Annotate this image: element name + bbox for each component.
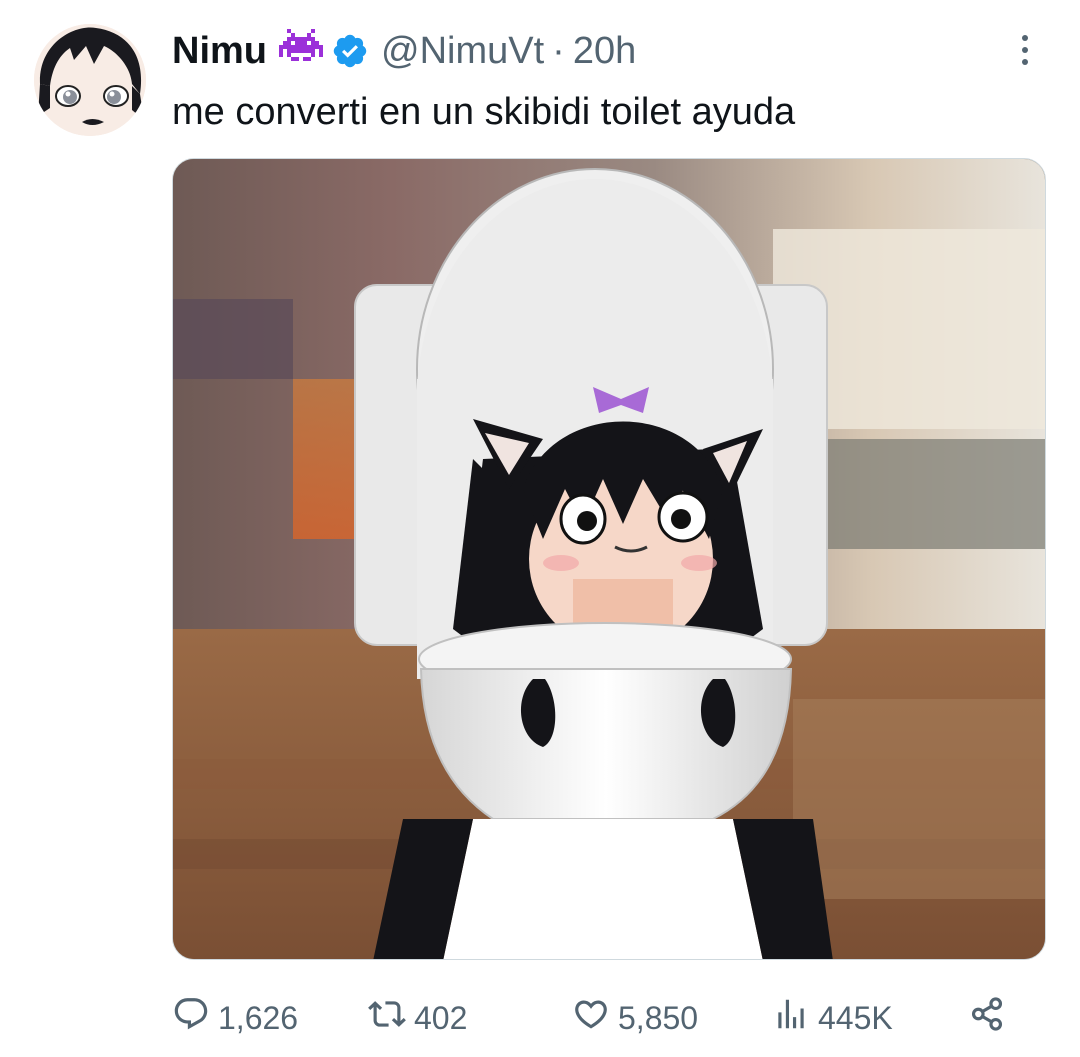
repost-button[interactable]: 402 [368, 990, 467, 1046]
repost-count: 402 [414, 999, 468, 1036]
tweet-timestamp[interactable]: 20h [573, 30, 636, 73]
tweet[interactable]: Nimu @NimuVt · 20h me converti en un ski… [0, 0, 1080, 1057]
share-icon [968, 995, 1006, 1041]
author-name[interactable]: Nimu [172, 30, 267, 73]
like-count: 5,850 [618, 999, 699, 1036]
anime-cat-girl-in-toilet-image [173, 159, 1045, 959]
like-button[interactable]: 5,850 [572, 990, 698, 1046]
reply-icon [172, 995, 210, 1041]
share-button[interactable] [968, 990, 1006, 1046]
separator-dot: · [552, 29, 565, 72]
author-handle[interactable]: @NimuVt [381, 30, 544, 73]
tweet-text: me converti en un skibidi toilet ayuda [172, 91, 796, 133]
reply-count: 1,626 [218, 999, 299, 1036]
tweet-actions: 1,626 402 5,850 445K [172, 990, 1022, 1046]
verified-badge-icon[interactable] [331, 32, 369, 70]
heart-icon [572, 995, 610, 1041]
more-vertical-icon[interactable] [1010, 30, 1040, 70]
repost-icon [368, 995, 406, 1041]
views-button[interactable]: 445K [772, 990, 893, 1046]
tweet-header: Nimu @NimuVt · 20h [172, 26, 636, 76]
avatar-image [34, 24, 146, 136]
reply-button[interactable]: 1,626 [172, 990, 298, 1046]
space-invader-icon [279, 29, 323, 73]
tweet-media[interactable] [172, 158, 1046, 960]
views-count: 445K [818, 999, 893, 1036]
views-chart-icon [772, 995, 810, 1041]
avatar[interactable] [34, 24, 146, 136]
